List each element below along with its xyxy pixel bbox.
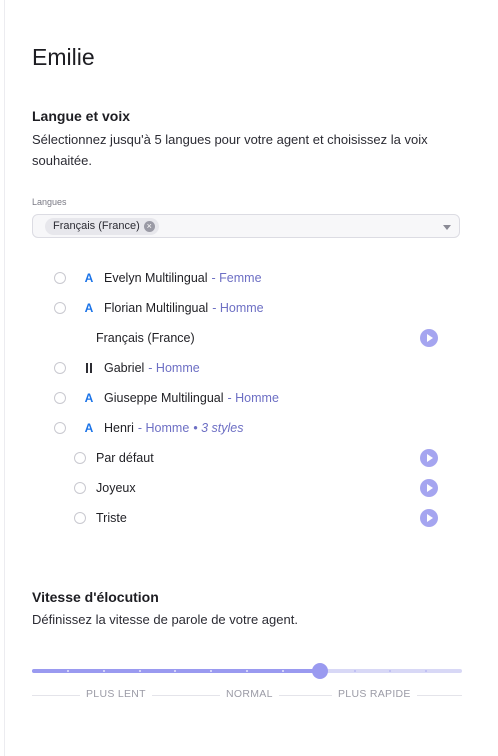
play-preview-button[interactable] (420, 329, 438, 347)
style-option-default[interactable]: Par défaut (74, 448, 154, 468)
play-preview-button[interactable] (420, 509, 438, 527)
slider-thumb[interactable] (312, 663, 329, 679)
speed-label-slow: PLUS LENT (80, 688, 152, 700)
style-radio[interactable] (74, 482, 86, 494)
voice-name: Giuseppe Multilingual (104, 391, 224, 405)
voice-gender: - Femme (211, 271, 262, 285)
voice-option-henri[interactable]: A Henri - Homme • 3 styles (54, 418, 244, 438)
speed-section-description: Définissez la vitesse de parole de votre… (32, 612, 298, 627)
play-icon (427, 484, 433, 492)
slider-tick (102, 670, 105, 672)
voice-name: Henri (104, 421, 134, 435)
voice-locale-row: Français (France) (96, 328, 195, 348)
style-radio[interactable] (74, 452, 86, 464)
play-preview-button[interactable] (420, 449, 438, 467)
bars-icon (83, 361, 95, 375)
voice-option-giuseppe[interactable]: A Giuseppe Multilingual - Homme (54, 388, 279, 408)
voice-gender: - Homme (137, 421, 190, 435)
speed-label-normal: NORMAL (220, 688, 279, 700)
language-chip: Français (France) × (45, 218, 159, 235)
language-section-description: Sélectionnez jusqu'à 5 langues pour votr… (32, 132, 428, 168)
voice-styles-count: • 3 styles (193, 421, 244, 435)
languages-select[interactable]: Français (France) × (32, 214, 460, 238)
slider-tick (138, 670, 141, 672)
languages-field-label: Langues (32, 197, 67, 207)
slider-tick (281, 670, 284, 672)
voice-name: Gabriel (104, 361, 145, 375)
speed-label-fast: PLUS RAPIDE (332, 688, 417, 700)
panel-left-border (4, 0, 5, 756)
play-preview-button[interactable] (420, 479, 438, 497)
azure-icon: A (84, 421, 94, 435)
style-option-joyeux[interactable]: Joyeux (74, 478, 136, 498)
voice-locale-label: Français (France) (96, 331, 195, 345)
slider-tick (66, 670, 69, 672)
voice-radio[interactable] (54, 272, 66, 284)
voice-option-florian[interactable]: A Florian Multilingual - Homme (54, 298, 264, 318)
play-icon (427, 334, 433, 342)
language-section-title: Langue et voix (32, 108, 131, 124)
voice-radio[interactable] (54, 362, 66, 374)
voice-radio[interactable] (54, 302, 66, 314)
voice-radio[interactable] (54, 392, 66, 404)
voice-name: Evelyn Multilingual (104, 271, 208, 285)
style-label: Triste (96, 511, 127, 525)
style-option-triste[interactable]: Triste (74, 508, 127, 528)
azure-icon: A (84, 391, 94, 405)
speech-speed-slider[interactable] (32, 663, 462, 679)
slider-fill (32, 669, 321, 673)
speed-section-title: Vitesse d'élocution (32, 589, 159, 605)
slider-tick (353, 670, 356, 672)
slider-tick (246, 670, 248, 672)
chevron-down-icon[interactable] (443, 225, 451, 230)
voice-option-gabriel[interactable]: Gabriel - Homme (54, 358, 200, 378)
voice-gender: - Homme (212, 301, 264, 315)
style-radio[interactable] (74, 512, 86, 524)
agent-name-title: Emilie (32, 44, 95, 70)
play-icon (427, 514, 433, 522)
remove-language-icon[interactable]: × (143, 221, 155, 232)
azure-icon: A (84, 271, 94, 285)
voice-gender: - Homme (227, 391, 279, 405)
style-label: Joyeux (96, 481, 136, 495)
voice-name: Florian Multilingual (104, 301, 209, 315)
play-icon (427, 454, 433, 462)
speed-scale: PLUS LENT NORMAL PLUS RAPIDE (32, 688, 462, 702)
azure-icon: A (84, 301, 94, 315)
voice-radio[interactable] (54, 422, 66, 434)
language-chip-label: Français (France) (53, 220, 140, 232)
style-label: Par défaut (96, 451, 154, 465)
voice-gender: - Homme (148, 361, 200, 375)
voice-option-evelyn[interactable]: A Evelyn Multilingual - Femme (54, 268, 262, 288)
